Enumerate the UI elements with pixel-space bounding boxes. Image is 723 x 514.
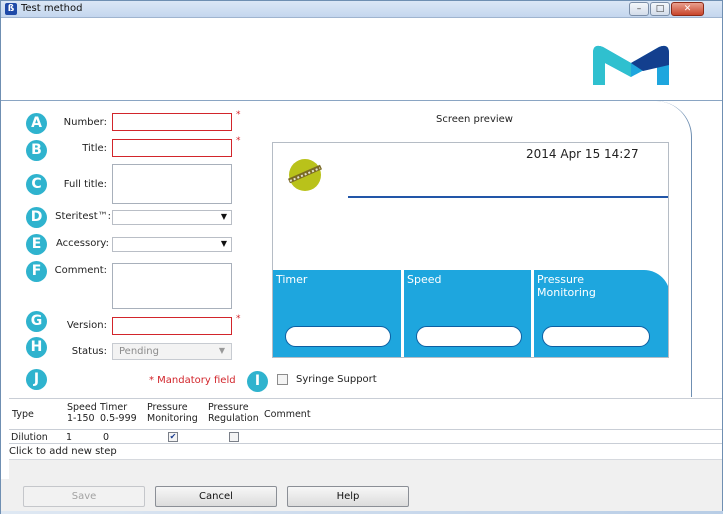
full-title-input[interactable] <box>112 164 232 204</box>
help-button[interactable]: Help <box>287 486 409 507</box>
col-timer: Timer 0.5-999 <box>100 402 137 424</box>
status-value: Pending <box>119 346 159 357</box>
preview-datetime: 2014 Apr 15 14:27 <box>526 147 639 161</box>
marker-j: J <box>26 369 47 390</box>
window-title: Test method <box>21 3 83 14</box>
row-timer[interactable]: 0 <box>103 432 109 443</box>
marker-i: I <box>247 371 268 392</box>
steritest-label: Steritest™: <box>55 211 111 222</box>
row-pressure-regulation-checkbox[interactable] <box>229 432 239 442</box>
full-title-label: Full title: <box>63 179 107 190</box>
cancel-button[interactable]: Cancel <box>155 486 277 507</box>
steps-table: Type Speed 1-150 Timer 0.5-999 Pressure … <box>9 398 722 492</box>
screen-preview: 2014 Apr 15 14:27 Timer Speed Pressure M… <box>272 142 669 358</box>
tile-pressure-monitoring: Pressure Monitoring <box>534 270 668 357</box>
tile-pressure-value <box>542 326 650 347</box>
comment-label: Comment: <box>54 265 107 276</box>
minimize-icon[interactable]: – <box>629 2 649 16</box>
status-select: Pending ▼ <box>112 343 232 360</box>
table-row[interactable] <box>9 431 722 444</box>
title-bar[interactable]: ß Test method – □ ✕ <box>1 1 722 18</box>
tile-timer-value <box>285 326 391 347</box>
save-button[interactable]: Save <box>23 486 145 507</box>
status-label: Status: <box>71 346 107 357</box>
version-input[interactable] <box>112 317 232 335</box>
syringe-support-label: Syringe Support <box>296 374 377 385</box>
col-pressure-monitoring: Pressure Monitoring <box>147 402 198 424</box>
preview-divider <box>348 196 668 198</box>
title-input[interactable] <box>112 139 232 157</box>
mandatory-note: * Mandatory field <box>149 375 236 386</box>
chevron-down-icon: ▼ <box>220 212 227 221</box>
tile-pressure-label: Pressure Monitoring <box>537 273 596 299</box>
row-speed[interactable]: 1 <box>66 432 72 443</box>
add-step-row[interactable]: Click to add new step <box>9 446 117 457</box>
company-logo <box>593 45 669 85</box>
accessory-select[interactable]: ▼ <box>112 237 232 252</box>
number-label: Number: <box>63 117 107 128</box>
steritest-select[interactable]: ▼ <box>112 210 232 225</box>
chevron-down-icon: ▼ <box>218 346 225 355</box>
row-pressure-monitoring-checkbox[interactable]: ✔ <box>168 432 178 442</box>
tile-timer-label: Timer <box>276 273 308 286</box>
tile-speed-label: Speed <box>407 273 442 286</box>
tile-speed-value <box>416 326 522 347</box>
comment-input[interactable] <box>112 263 232 309</box>
app-icon: ß <box>5 3 17 15</box>
tile-speed: Speed <box>404 270 531 357</box>
title-required-mark: * <box>236 136 241 146</box>
close-icon[interactable]: ✕ <box>671 2 704 16</box>
maximize-icon[interactable]: □ <box>650 2 670 16</box>
accessory-label: Accessory: <box>55 238 109 249</box>
version-label: Version: <box>66 320 107 331</box>
col-speed: Speed 1-150 <box>67 402 97 424</box>
col-type: Type <box>12 409 34 420</box>
col-comment: Comment <box>264 409 311 420</box>
number-required-mark: * <box>236 110 241 120</box>
screen-preview-title: Screen preview <box>436 114 513 125</box>
title-label: Title: <box>82 143 107 154</box>
tile-timer: Timer <box>273 270 401 357</box>
row-type: Dilution <box>11 432 48 443</box>
number-input[interactable] <box>112 113 232 131</box>
version-required-mark: * <box>236 314 241 324</box>
chevron-down-icon: ▼ <box>220 239 227 248</box>
filter-emblem-icon <box>287 159 323 191</box>
header <box>1 19 722 101</box>
col-pressure-regulation: Pressure Regulation <box>208 402 259 424</box>
syringe-support-checkbox[interactable] <box>277 374 288 385</box>
test-method-window: ß Test method – □ ✕ A B C D E F G H J I … <box>0 0 723 514</box>
